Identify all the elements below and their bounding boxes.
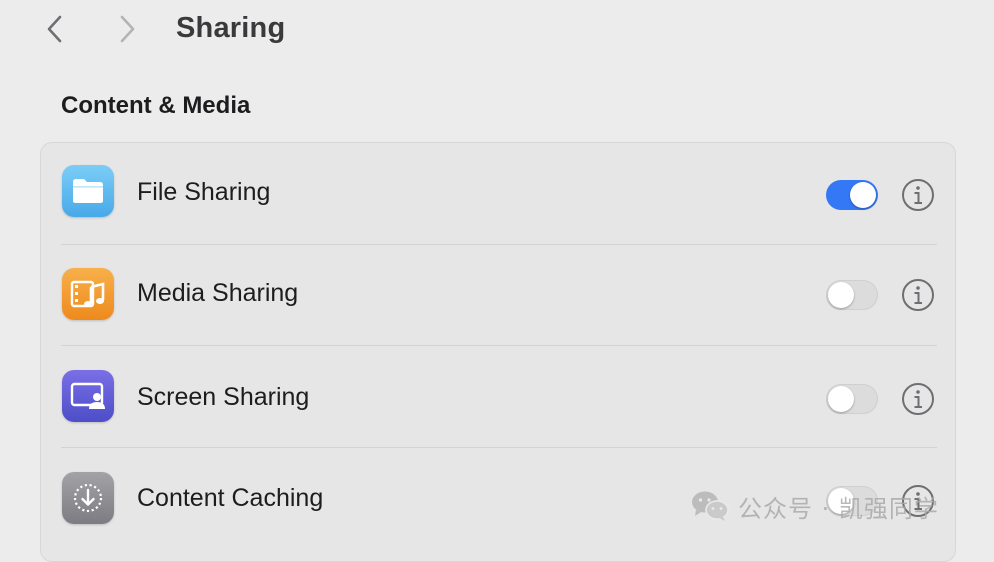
row-label: Screen Sharing <box>137 383 310 411</box>
row-label: Content Caching <box>137 484 324 512</box>
toolbar: Sharing <box>0 0 994 60</box>
page-title: Sharing <box>176 12 286 44</box>
file-sharing-info-button[interactable] <box>901 178 935 212</box>
toggle-knob <box>828 282 854 308</box>
watermark-text: 公众号 · 凯强同学 <box>738 494 939 523</box>
toggle-knob <box>850 182 876 208</box>
row-label: Media Sharing <box>137 279 299 307</box>
download-circle-icon <box>62 472 114 524</box>
media-sharing-info-button[interactable] <box>901 278 935 312</box>
section-title: Content & Media <box>61 92 251 119</box>
row-media-sharing: Media Sharing <box>41 244 955 346</box>
row-screen-sharing: Screen Sharing <box>41 346 955 448</box>
media-film-music-icon <box>62 268 114 320</box>
back-button[interactable] <box>38 12 72 46</box>
media-sharing-toggle[interactable] <box>826 280 878 310</box>
screen-sharing-icon <box>62 370 114 422</box>
chevron-right-icon <box>120 15 135 43</box>
forward-button[interactable] <box>110 12 144 46</box>
chevron-left-icon <box>47 15 62 43</box>
info-circle-icon <box>902 383 934 415</box>
screen-sharing-toggle[interactable] <box>826 384 878 414</box>
toggle-knob <box>828 386 854 412</box>
wechat-icon <box>692 491 729 521</box>
file-sharing-toggle[interactable] <box>826 180 878 210</box>
screen-sharing-info-button[interactable] <box>901 382 935 416</box>
watermark: 公众号 · 凯强同学 <box>690 487 939 525</box>
info-circle-icon <box>902 179 934 211</box>
row-file-sharing: File Sharing <box>41 143 955 245</box>
folder-icon <box>62 165 114 217</box>
info-circle-icon <box>902 279 934 311</box>
row-label: File Sharing <box>137 178 271 206</box>
